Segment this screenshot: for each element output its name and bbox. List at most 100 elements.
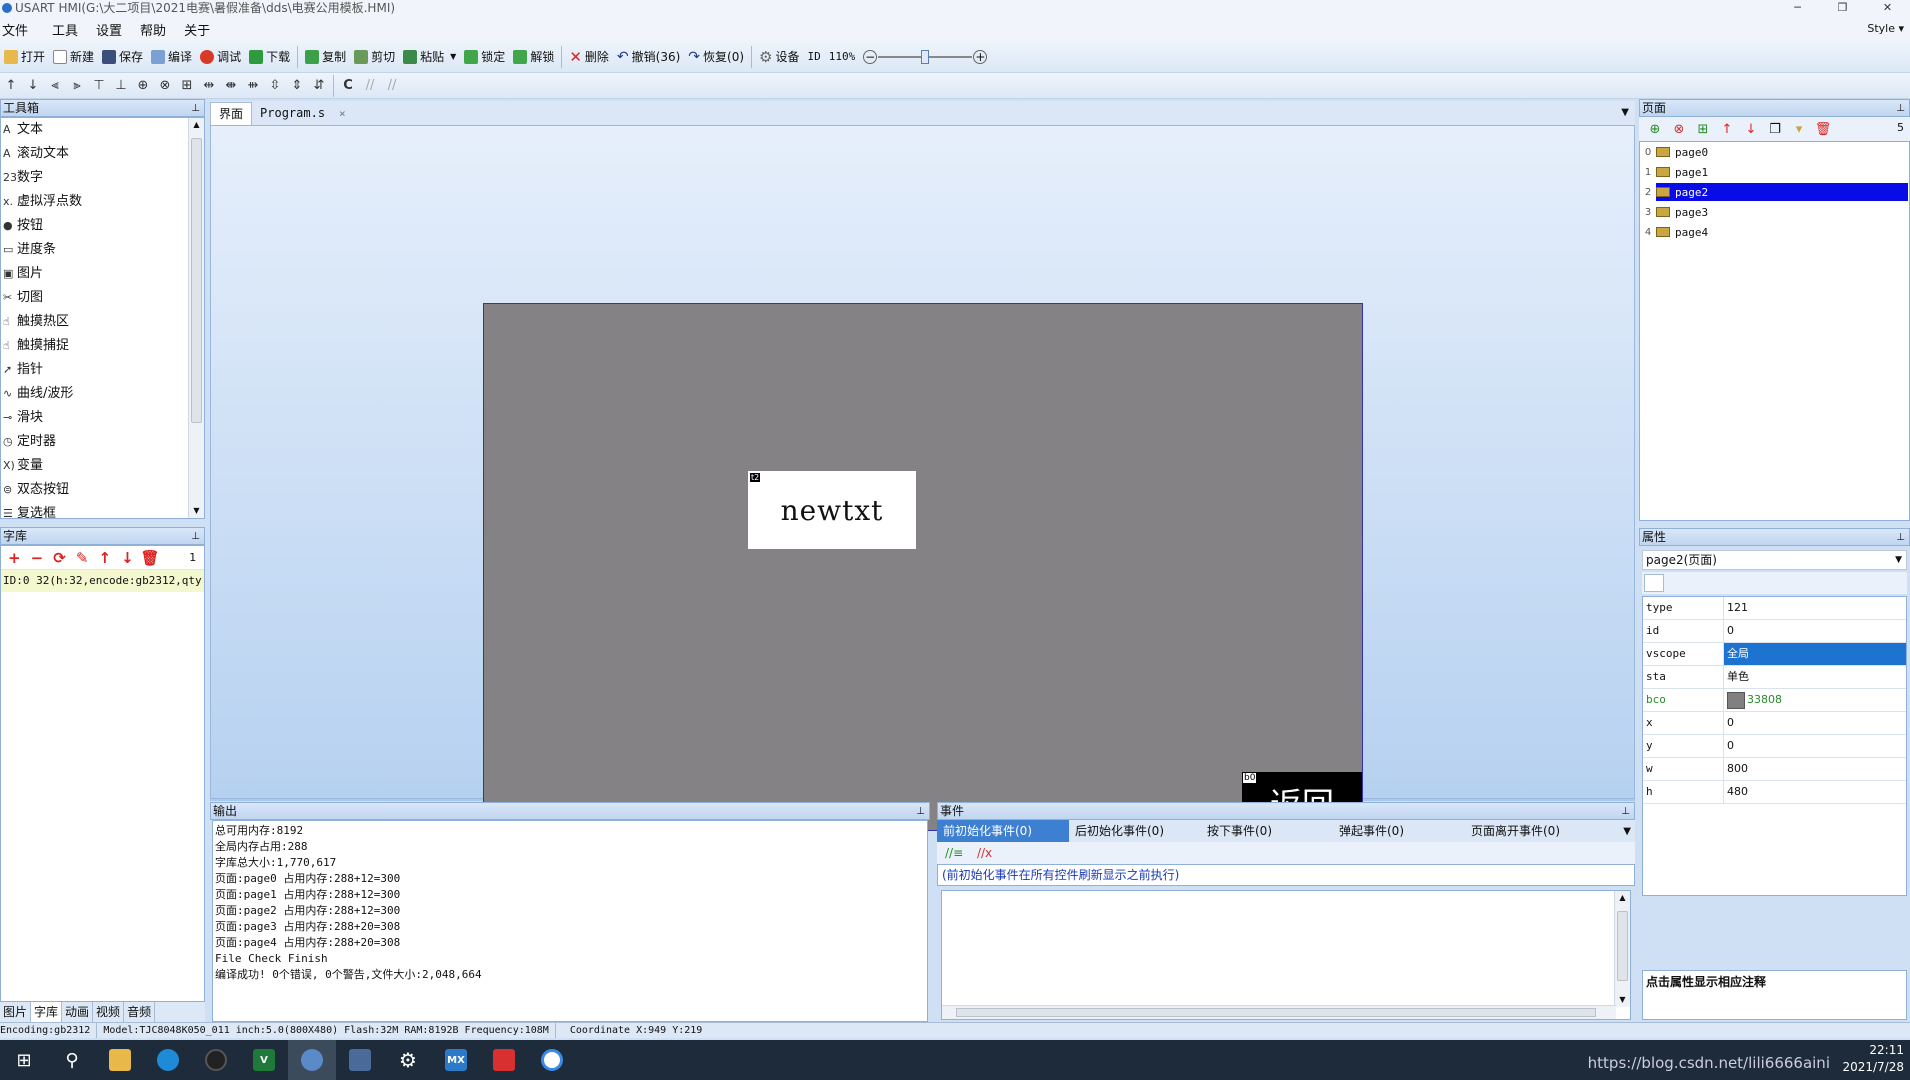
pin-icon[interactable]: ⊥ — [916, 804, 925, 820]
red-app-icon[interactable] — [480, 1040, 528, 1080]
page-item[interactable]: page2 — [1656, 183, 1908, 201]
pin-icon[interactable]: ⊥ — [191, 529, 200, 545]
comment-lines-icon[interactable]: // — [359, 76, 381, 96]
scroll-up-icon[interactable]: ▲ — [189, 118, 204, 132]
toolbox-item[interactable]: ⊜ 双态按钮 — [1, 478, 204, 502]
component-select[interactable]: page2(页面) ▼ — [1642, 550, 1907, 570]
property-row[interactable]: vscope 全局 — [1643, 643, 1906, 666]
close-icon[interactable]: × — [339, 107, 346, 120]
page-row[interactable]: 1 page1 — [1640, 162, 1909, 182]
tab-postinit-event[interactable]: 后初始化事件(0) — [1069, 820, 1201, 842]
mx-app-icon[interactable]: MX — [432, 1040, 480, 1080]
comment-icon[interactable]: C — [337, 76, 359, 96]
sort-icon[interactable] — [1668, 574, 1688, 592]
space-h3-icon[interactable]: ⇻ — [242, 76, 264, 96]
uncomment-icon[interactable]: //x — [977, 846, 992, 860]
space-v-icon[interactable]: ⇳ — [264, 76, 286, 96]
comment-icon[interactable]: //≡ — [945, 846, 963, 860]
chevron-down-icon[interactable]: ▼ — [1621, 107, 1629, 118]
save-button[interactable]: 保存 — [98, 45, 147, 69]
hscroll-thumb[interactable] — [956, 1008, 1596, 1017]
page-item[interactable]: page0 — [1656, 143, 1908, 161]
zoom-thumb[interactable] — [921, 49, 930, 64]
property-value[interactable]: 800 — [1724, 758, 1906, 780]
toolbox-item[interactable]: 23数字 — [1, 166, 204, 190]
toolbox-scrollbar[interactable]: ▲ ▼ — [188, 118, 204, 518]
category-icon[interactable] — [1644, 574, 1664, 592]
toolbox-item[interactable]: ☝ 触摸捕捉 — [1, 334, 204, 358]
zoom-slider[interactable]: − + — [859, 45, 991, 69]
property-row[interactable]: bco 33808 — [1643, 689, 1906, 712]
scroll-down-icon[interactable]: ▼ — [1615, 993, 1630, 1007]
property-value[interactable]: 0 — [1724, 735, 1906, 757]
tab-press-event[interactable]: 按下事件(0) — [1201, 820, 1333, 842]
file-explorer-icon[interactable] — [96, 1040, 144, 1080]
menu-about[interactable]: 关于 — [176, 20, 220, 39]
lock-button[interactable]: 锁定 — [460, 45, 509, 69]
same-size-icon[interactable]: ⊞ — [176, 76, 198, 96]
undo-button[interactable]: ↶ 撤销(36) — [613, 45, 684, 69]
chevron-down-icon[interactable]: ▼ — [450, 52, 456, 61]
property-value[interactable]: 0 — [1724, 620, 1906, 642]
import-page-icon[interactable]: ▾ — [1787, 122, 1811, 137]
trash-icon[interactable]: 🗑 — [1811, 122, 1835, 137]
text-component[interactable]: newtxt t2 — [748, 471, 916, 549]
insert-page-icon[interactable]: ⊞ — [1691, 122, 1715, 137]
property-value[interactable]: 480 — [1724, 781, 1906, 803]
settings-button[interactable]: ⚙ 设备 — [755, 45, 803, 69]
uncomment-icon[interactable]: // — [381, 76, 403, 96]
toolbox-item[interactable]: A 文本 — [1, 118, 204, 142]
menu-settings[interactable]: 设置 — [88, 20, 132, 39]
scroll-up-icon[interactable]: ▲ — [1615, 891, 1630, 905]
toolbox-item[interactable]: ● 按钮 — [1, 214, 204, 238]
property-row[interactable]: y0 — [1643, 735, 1906, 758]
property-value[interactable]: 单色 — [1724, 666, 1906, 688]
pin-icon[interactable]: ⊥ — [1621, 804, 1630, 820]
tab-images[interactable]: 图片 — [0, 1002, 32, 1022]
copy-page-icon[interactable]: ❐ — [1763, 122, 1787, 137]
redo-button[interactable]: ↷ 恢复(0) — [684, 45, 748, 69]
close-button[interactable]: ✕ — [1865, 0, 1910, 17]
edit-icon[interactable]: ✎ — [71, 549, 94, 567]
tab-fonts[interactable]: 字库 — [31, 1002, 63, 1022]
zoom-out-icon[interactable]: − — [863, 49, 878, 64]
maximize-button[interactable]: ❐ — [1820, 0, 1865, 17]
tab-audio[interactable]: 音频 — [124, 1002, 156, 1022]
property-row[interactable]: w 800 — [1643, 758, 1906, 781]
id-toggle[interactable]: ID — [804, 45, 825, 69]
toolbox-item[interactable]: ➚ 指针 — [1, 358, 204, 382]
delete-page-icon[interactable]: ⊗ — [1667, 122, 1691, 137]
center-v-icon[interactable]: ⊗ — [154, 76, 176, 96]
move-down-icon[interactable]: ↓ — [1739, 122, 1763, 137]
hmi-page-canvas[interactable]: newtxt t2 返回 b0 — [483, 303, 1363, 832]
scroll-down-icon[interactable]: ▼ — [189, 504, 204, 518]
minimize-button[interactable]: ─ — [1775, 0, 1820, 17]
remove-icon[interactable]: − — [26, 549, 49, 567]
unlock-button[interactable]: 解锁 — [509, 45, 558, 69]
property-row[interactable]: id 0 — [1643, 620, 1906, 643]
delete-button[interactable]: ✕ 删除 — [565, 45, 613, 69]
pin-icon[interactable]: ⊥ — [1896, 101, 1905, 117]
font-entry[interactable]: ID:0 32(h:32,encode:gb2312,qty:82 — [1, 570, 204, 592]
toolbox-item[interactable]: A 滚动文本 — [1, 142, 204, 166]
network-icon[interactable] — [336, 1040, 384, 1080]
usart-hmi-icon[interactable] — [288, 1040, 336, 1080]
cut-button[interactable]: 剪切 — [350, 45, 399, 69]
move-up-icon[interactable]: ↑ — [94, 549, 117, 567]
output-log[interactable]: 总可用内存:8192 全局内存占用:288 字库总大小:1,770,617 页面:pa… — [212, 820, 928, 1022]
toolbox-item[interactable]: X) 变量 — [1, 454, 204, 478]
page-row[interactable]: 2 page2 — [1640, 182, 1909, 202]
property-value[interactable]: 33808 — [1724, 689, 1906, 711]
move-down-icon[interactable]: ↓ — [22, 76, 44, 96]
align-right-icon[interactable]: ⫸ — [66, 76, 88, 96]
toolbox-item[interactable]: x. 虚拟浮点数 — [1, 190, 204, 214]
space-v2-icon[interactable]: ⇕ — [286, 76, 308, 96]
debug-button[interactable]: 调试 — [196, 45, 245, 69]
download-button[interactable]: 下载 — [245, 45, 294, 69]
app-icon[interactable] — [192, 1040, 240, 1080]
property-value[interactable]: 0 — [1724, 712, 1906, 734]
open-button[interactable]: 打开 — [0, 45, 49, 69]
compile-button[interactable]: 编译 — [147, 45, 196, 69]
pin-icon[interactable]: ⊥ — [1896, 530, 1905, 546]
pin-icon[interactable]: ⊥ — [191, 101, 200, 117]
